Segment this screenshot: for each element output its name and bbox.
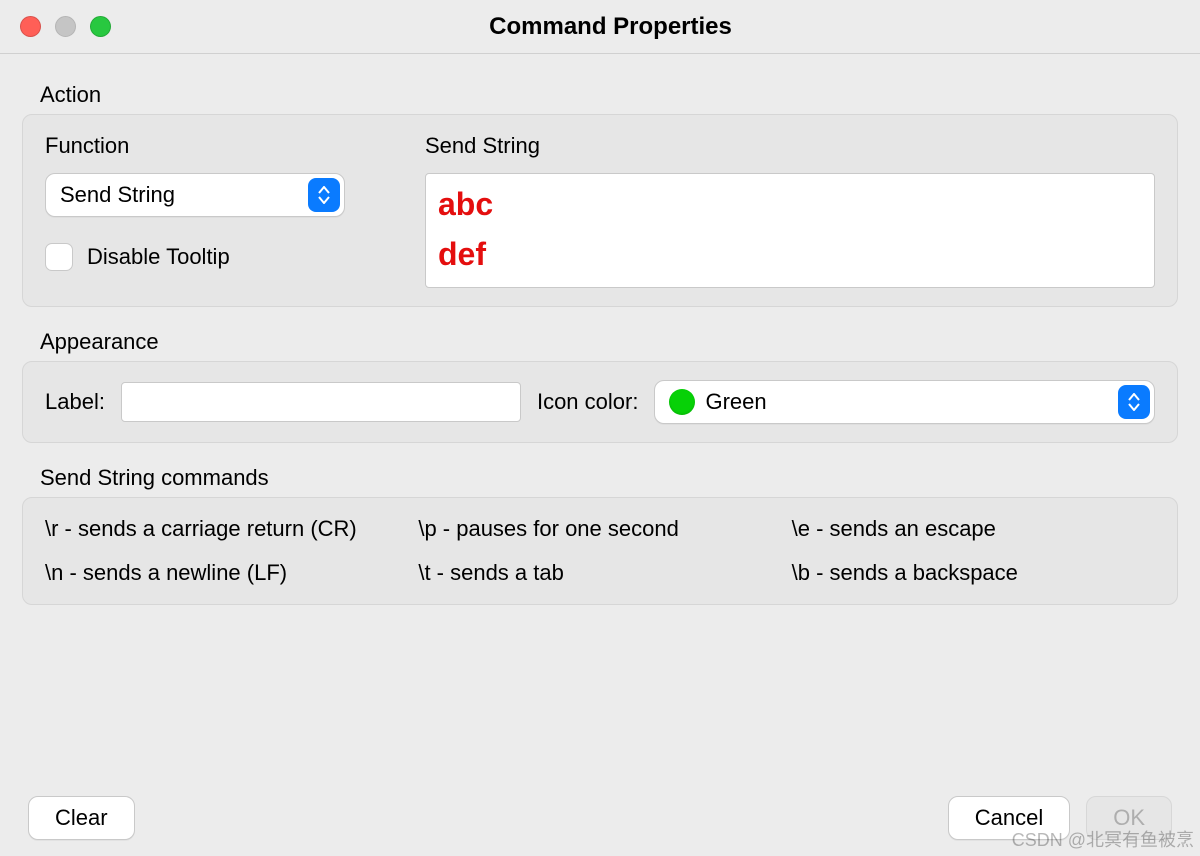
command-help-item: \p - pauses for one second <box>418 516 781 542</box>
command-help-item: \r - sends a carriage return (CR) <box>45 516 408 542</box>
function-column: Function Send String Disable Tooltip <box>45 133 405 288</box>
command-help-item: \b - sends a backspace <box>792 560 1155 586</box>
chevron-updown-icon <box>308 178 340 212</box>
action-group: Function Send String Disable Tooltip <box>22 114 1178 307</box>
send-string-value: abc def <box>438 180 1142 279</box>
command-help-item: \t - sends a tab <box>418 560 781 586</box>
disable-tooltip-checkbox[interactable] <box>45 243 73 271</box>
commands-group-label: Send String commands <box>40 465 1178 491</box>
icon-color-label: Icon color: <box>537 389 639 415</box>
clear-button[interactable]: Clear <box>28 796 135 840</box>
content: Action Function Send String Disabl <box>0 54 1200 605</box>
clear-button-label: Clear <box>55 805 108 831</box>
cancel-button[interactable]: Cancel <box>948 796 1070 840</box>
command-help-item: \n - sends a newline (LF) <box>45 560 408 586</box>
window: Command Properties Action Function Send … <box>0 0 1200 856</box>
label-field-label: Label: <box>45 389 105 415</box>
action-group-label: Action <box>40 82 1178 108</box>
cancel-button-label: Cancel <box>975 805 1043 831</box>
send-string-column: Send String abc def <box>425 133 1155 288</box>
icon-color-value: Green <box>705 389 766 415</box>
disable-tooltip-label: Disable Tooltip <box>87 244 230 270</box>
color-swatch-icon <box>669 389 695 415</box>
appearance-group-label: Appearance <box>40 329 1178 355</box>
appearance-group: Label: Icon color: Green <box>22 361 1178 443</box>
ok-button[interactable]: OK <box>1086 796 1172 840</box>
commands-group: \r - sends a carriage return (CR) \p - p… <box>22 497 1178 605</box>
send-string-input[interactable]: abc def <box>425 173 1155 288</box>
label-input[interactable] <box>121 382 521 422</box>
ok-button-label: OK <box>1113 805 1145 831</box>
command-help-item: \e - sends an escape <box>792 516 1155 542</box>
titlebar: Command Properties <box>0 0 1200 54</box>
function-select[interactable]: Send String <box>45 173 345 217</box>
chevron-updown-icon <box>1118 385 1150 419</box>
function-label: Function <box>45 133 405 159</box>
send-string-label: Send String <box>425 133 1155 159</box>
function-select-value: Send String <box>60 182 175 208</box>
footer: Clear Cancel OK <box>0 796 1200 840</box>
window-title: Command Properties <box>21 13 1200 41</box>
icon-color-select[interactable]: Green <box>654 380 1155 424</box>
